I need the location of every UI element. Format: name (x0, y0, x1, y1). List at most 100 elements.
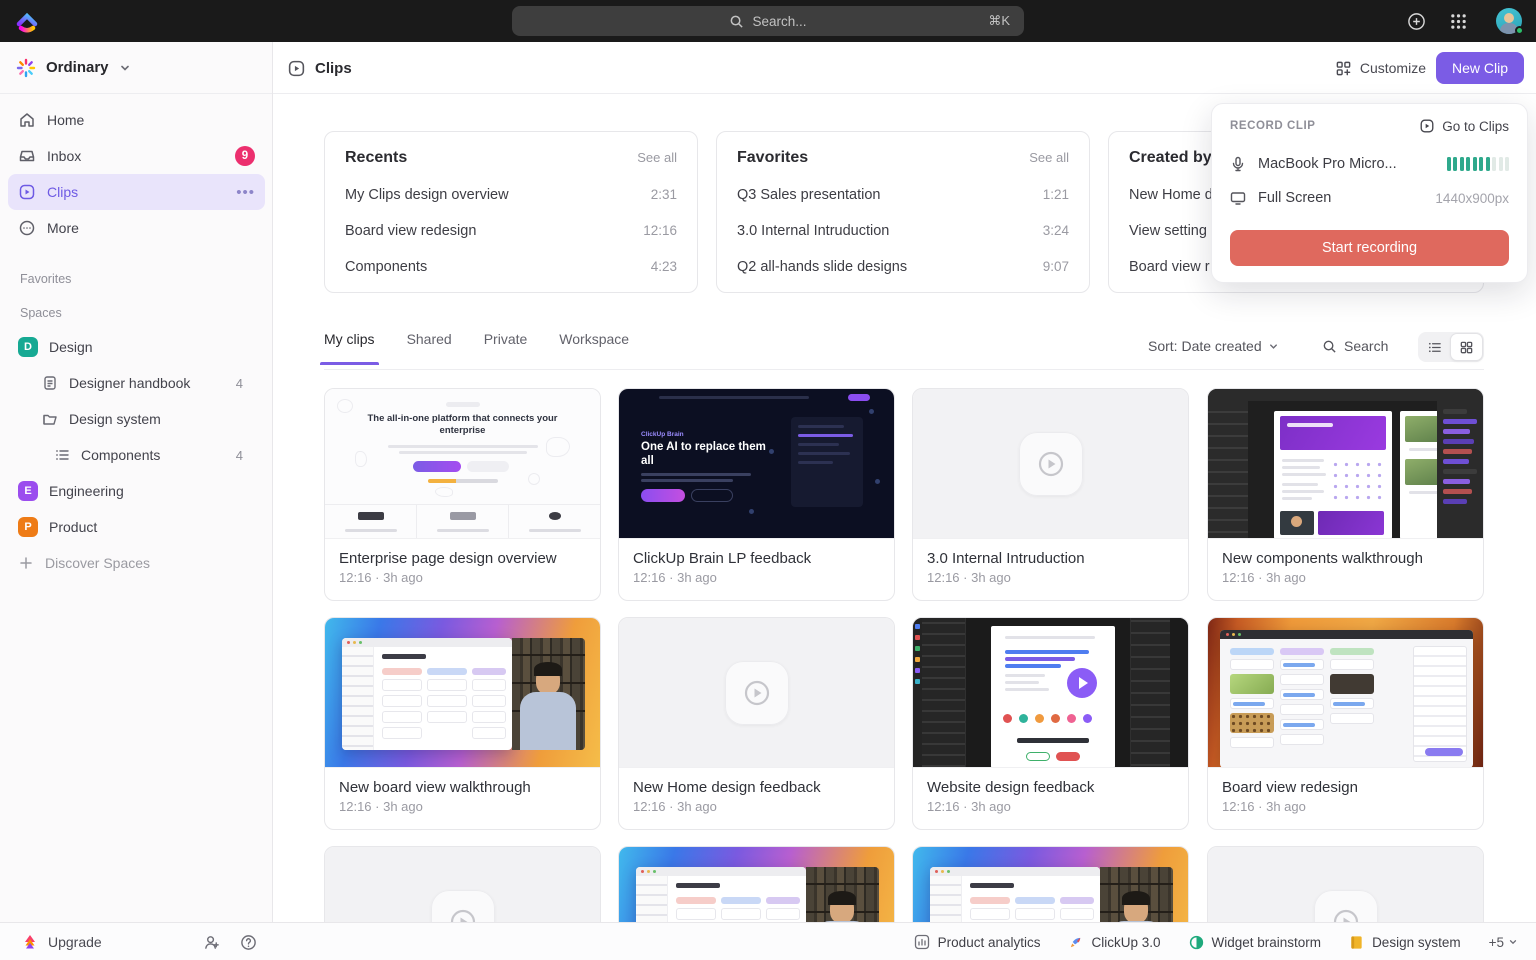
clip-card-components-walkthrough[interactable]: New components walkthrough 12:16 · 3h ag… (1207, 388, 1484, 601)
sidebar-space-product[interactable]: P Product (8, 510, 253, 544)
new-clip-button[interactable]: New Clip (1436, 52, 1524, 84)
recent-clip-row[interactable]: Components 4:23 (345, 259, 677, 275)
clip-card-website-feedback[interactable]: Website design feedback 12:16 · 3h ago (912, 617, 1189, 830)
discover-spaces-label: Discover Spaces (45, 555, 150, 571)
clip-title: ClickUp Brain LP feedback (633, 550, 880, 567)
sidebar-item-clips[interactable]: Clips ••• (8, 174, 265, 210)
tab-workspace[interactable]: Workspace (559, 331, 629, 365)
clip-duration: 3:24 (1043, 223, 1069, 239)
footer-item-design-system[interactable]: Design system (1349, 935, 1461, 950)
sidebar-space-design[interactable]: D Design (8, 330, 253, 364)
clips-more-options-icon[interactable]: ••• (236, 184, 255, 201)
spaces-section-label[interactable]: Spaces (20, 306, 62, 320)
apps-grid-icon[interactable] (1446, 9, 1470, 33)
clip-meta: 12:16 · 3h ago (339, 570, 586, 585)
top-bar: Search... ⌘K (0, 0, 1536, 42)
footer-item-widget-brainstorm[interactable]: Widget brainstorm (1189, 935, 1322, 950)
see-all-link[interactable]: See all (1029, 150, 1069, 165)
sidebar-item-design-system[interactable]: Design system (8, 402, 253, 436)
clip-card-board-walkthrough[interactable]: New board view walkthrough 12:16 · 3h ag… (324, 617, 601, 830)
clip-thumbnail (913, 389, 1188, 539)
recents-card: Recents See all My Clips design overview… (324, 131, 698, 293)
home-icon (18, 111, 36, 129)
footer-item-clickup-3[interactable]: ClickUp 3.0 (1068, 935, 1160, 950)
clip-thumbnail (1208, 618, 1483, 768)
space-avatar: E (18, 481, 38, 501)
search-label: Search (1344, 338, 1388, 354)
favorites-section-label[interactable]: Favorites (20, 272, 71, 286)
start-recording-button[interactable]: Start recording (1230, 230, 1509, 266)
clip-thumbnail (619, 618, 894, 768)
chevron-down-icon (119, 62, 131, 74)
document-icon (42, 375, 58, 391)
microphone-source-row[interactable]: MacBook Pro Micro... (1230, 156, 1509, 172)
see-all-link[interactable]: See all (637, 150, 677, 165)
clip-thumbnail: The all-in-one platform that connects yo… (325, 389, 600, 539)
footer-item-product-analytics[interactable]: Product analytics (914, 934, 1041, 950)
workspace-name: Ordinary (46, 59, 109, 76)
sidebar-item-home[interactable]: Home (8, 102, 265, 138)
clickup-logo-icon[interactable] (13, 7, 41, 35)
clip-meta: 12:16 · 3h ago (927, 570, 1174, 585)
chevron-down-icon (1268, 341, 1279, 352)
invite-user-icon[interactable] (203, 934, 220, 951)
clip-card-internal-introduction[interactable]: 3.0 Internal Intruduction 12:16 · 3h ago (912, 388, 1189, 601)
clip-card-enterprise-page[interactable]: The all-in-one platform that connects yo… (324, 388, 601, 601)
clip-card-brain-lp[interactable]: ClickUp Brain One AI to replace them all… (618, 388, 895, 601)
clip-card-home-feedback[interactable]: New Home design feedback 12:16 · 3h ago (618, 617, 895, 830)
record-clip-popup: RECORD CLIP Go to Clips MacBook Pro Micr… (1211, 103, 1528, 283)
page-title: Clips (315, 60, 352, 77)
clip-duration: 4:23 (651, 259, 677, 275)
search-input[interactable]: Search... ⌘K (512, 6, 1024, 36)
clip-thumbnail (1208, 389, 1483, 539)
clip-meta: 12:16 · 3h ago (927, 799, 1174, 814)
list-view-button[interactable] (1419, 333, 1450, 361)
customize-button[interactable]: Customize (1335, 53, 1426, 83)
thumbnail-headline: One AI to replace them all (641, 441, 766, 469)
favorite-clip-row[interactable]: Q2 all-hands slide designs 9:07 (737, 259, 1069, 275)
sidebar-item-more[interactable]: More (8, 210, 265, 246)
tab-shared[interactable]: Shared (407, 331, 452, 365)
space-label: Design (49, 339, 93, 355)
workspace-switcher[interactable]: Ordinary (0, 42, 272, 94)
folder-open-icon (42, 411, 58, 427)
favorite-clip-row[interactable]: 3.0 Internal Intruduction 3:24 (737, 223, 1069, 239)
clips-icon (18, 183, 36, 201)
space-label: Engineering (49, 483, 124, 499)
footer-more-button[interactable]: +5 (1489, 935, 1518, 950)
clip-name: Board view r (1129, 259, 1210, 275)
clips-search-button[interactable]: Search (1322, 338, 1388, 354)
upgrade-icon (22, 934, 38, 950)
discover-spaces-button[interactable]: Discover Spaces (8, 546, 253, 580)
clip-duration: 1:21 (1043, 187, 1069, 203)
favorite-clip-row[interactable]: Q3 Sales presentation 1:21 (737, 187, 1069, 203)
recent-clip-row[interactable]: My Clips design overview 2:31 (345, 187, 677, 203)
footer-item-label: ClickUp 3.0 (1091, 935, 1160, 950)
list-icon (54, 447, 70, 463)
sort-dropdown[interactable]: Sort: Date created (1148, 338, 1279, 354)
workspace-icon (16, 58, 36, 78)
sidebar: Ordinary Home (0, 42, 273, 922)
more-circle-icon (18, 219, 36, 237)
sidebar-item-designer-handbook[interactable]: Designer handbook 4 (8, 366, 253, 400)
quick-create-icon[interactable] (1404, 9, 1428, 33)
search-placeholder: Search... (752, 14, 806, 29)
tab-private[interactable]: Private (484, 331, 528, 365)
clip-card-board-redesign[interactable]: Board view redesign 12:16 · 3h ago (1207, 617, 1484, 830)
sidebar-space-engineering[interactable]: E Engineering (8, 474, 253, 508)
clip-name: My Clips design overview (345, 187, 509, 203)
clip-thumbnail (325, 618, 600, 768)
clip-name: View setting (1129, 223, 1207, 239)
footer-more-label: +5 (1489, 935, 1504, 950)
recent-clip-row[interactable]: Board view redesign 12:16 (345, 223, 677, 239)
screen-source-row[interactable]: Full Screen 1440x900px (1230, 190, 1509, 206)
timer-icon (1189, 935, 1204, 950)
go-to-clips-link[interactable]: Go to Clips (1419, 118, 1509, 134)
tab-my-clips[interactable]: My clips (324, 331, 375, 365)
sidebar-item-inbox[interactable]: Inbox 9 (8, 138, 265, 174)
inbox-icon (18, 147, 36, 165)
sidebar-item-components[interactable]: Components 4 (8, 438, 253, 472)
help-icon[interactable] (240, 934, 257, 951)
grid-view-button[interactable] (1450, 333, 1483, 361)
upgrade-button[interactable]: Upgrade (22, 923, 102, 960)
